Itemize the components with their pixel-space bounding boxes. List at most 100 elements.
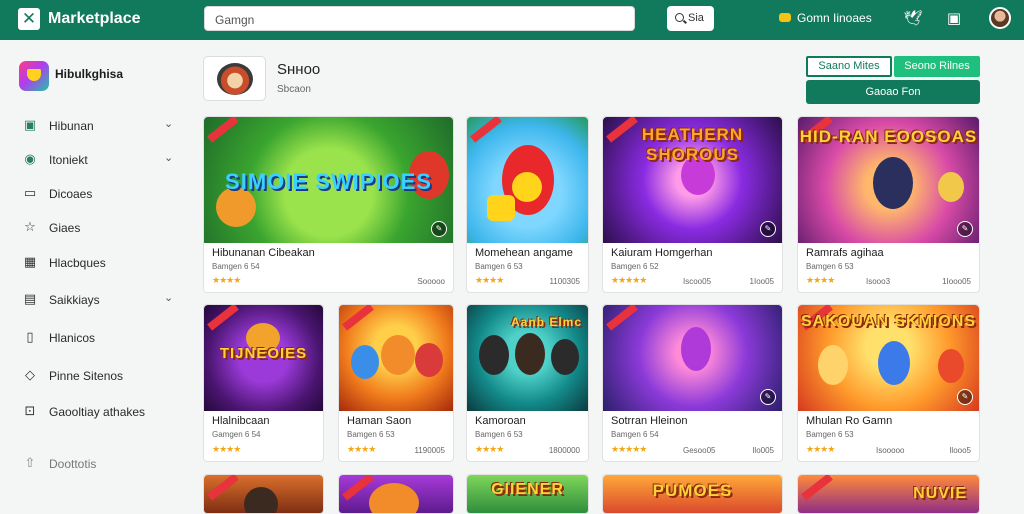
game-card-title: Hibunanan Cibeakan xyxy=(212,247,315,259)
game-card[interactable]: HEATHERN SHOROUS ✎ Kaiuram Homgerhan Bam… xyxy=(602,116,783,293)
sidebar-item-label: Saikkiays xyxy=(49,293,100,307)
rating-stars: ★★★★ xyxy=(806,275,835,285)
chevron-down-icon[interactable]: ⌄ xyxy=(164,151,173,164)
game-card[interactable] xyxy=(203,474,324,514)
gamepad-icon: ◉ xyxy=(24,151,36,166)
brand-title[interactable]: Marketplace xyxy=(48,10,141,28)
game-card[interactable]: GIIENER xyxy=(466,474,589,514)
game-card[interactable]: Momehean angame Bamgen 6 53 ★★★★ 1100305 xyxy=(466,116,589,293)
new-badge xyxy=(342,305,374,331)
thumb-icon: ⇧ xyxy=(24,455,36,470)
game-card-title: Kamoroan xyxy=(475,415,526,427)
edit-icon[interactable]: ✎ xyxy=(760,221,776,237)
game-card[interactable]: SIMOIE SWIPIOES ✎ Hibunanan Cibeakan Bam… xyxy=(203,116,454,293)
sidebar-item-label: Hlacbques xyxy=(49,256,106,270)
game-card[interactable]: SAKOUAN SKMIONS ✎ Mhulan Ro Gamn Bamgen … xyxy=(797,304,980,462)
rating-stars: ★★★★ xyxy=(347,444,376,454)
sidebar-item-label: Dicoaes xyxy=(49,187,93,201)
list-icon: ▤ xyxy=(23,291,37,306)
game-art xyxy=(217,63,253,95)
rating-stars: ★★★★ xyxy=(212,275,241,285)
marketplace-logo-icon[interactable]: ✕ xyxy=(18,8,40,30)
edit-icon[interactable]: ✎ xyxy=(760,389,776,405)
sidebar-item-itoniekt[interactable]: ◉ Itoniekt ⌄ xyxy=(22,150,182,170)
game-card-art-title: SIMOIE SWIPIOES xyxy=(225,169,432,194)
star-icon: ☆ xyxy=(24,219,36,234)
game-card-art: GIIENER xyxy=(467,475,588,513)
new-badge xyxy=(470,117,502,143)
app-name[interactable]: Hibulkghisa xyxy=(55,67,123,81)
page-icon: ▯ xyxy=(26,329,34,344)
light-primary-button[interactable]: Seono Rilnes xyxy=(894,56,980,77)
sidebar-item-label: Hibunan xyxy=(49,119,94,133)
edit-icon[interactable]: ✎ xyxy=(957,221,973,237)
table-icon: ▦ xyxy=(23,254,37,269)
new-badge xyxy=(207,117,239,143)
search-button[interactable]: Sia xyxy=(667,6,714,31)
game-card-art-title: SAKOUAN SKMIONS xyxy=(800,313,976,330)
sidebar-item-saikkiays[interactable]: ▤ Saikkiays ⌄ xyxy=(22,290,182,310)
sidebar-item-hibunan[interactable]: ▣ Hibunan ⌄ xyxy=(22,116,182,136)
sidebar xyxy=(0,40,190,512)
coins-label: Gomn Iinoaes xyxy=(797,11,872,25)
grid-icon: ▣ xyxy=(23,117,37,132)
top-bar: ✕ Marketplace Gamgn Sia Gomn Iinoaes 🕊 ▣ xyxy=(0,0,1024,40)
edit-icon[interactable]: ✎ xyxy=(431,221,447,237)
rating-stars: ★★★★ xyxy=(475,275,504,285)
game-card-count: 1800000 xyxy=(548,446,580,455)
game-card-art: HID-RAN EOOSOAS ✎ xyxy=(798,117,979,243)
game-card-art: NUVIE xyxy=(798,475,979,513)
game-card-title: Mhulan Ro Gamn xyxy=(806,415,893,427)
game-card[interactable]: TIJNEOIES Hlalnibcaan Gamgen 6 54 ★★★★ xyxy=(203,304,324,462)
app-icon[interactable] xyxy=(19,61,49,91)
sidebar-item-label: Gaooltiay athakes xyxy=(49,405,146,419)
sidebar-item-dicoaes[interactable]: ▭ Dicoaes xyxy=(22,184,182,204)
sidebar-item-gaooltiay[interactable]: ⊡ Gaooltiay athakes xyxy=(22,402,182,422)
chevron-down-icon[interactable]: ⌄ xyxy=(164,117,173,130)
game-card-title: Sotrran Hleinon xyxy=(611,415,688,427)
sidebar-item-giaes[interactable]: ☆ Giaes xyxy=(22,218,182,238)
sidebar-item-hlanicos[interactable]: ▯ Hlanicos xyxy=(22,328,182,348)
edit-icon[interactable]: ✎ xyxy=(957,389,973,405)
game-card[interactable]: HID-RAN EOOSOAS ✎ Ramrafs agihaa Bamgen … xyxy=(797,116,980,293)
game-card-subtitle: Bamgen 6 53 xyxy=(806,430,854,439)
game-thumbnail[interactable] xyxy=(203,56,266,101)
game-card-count-secondary: Ilo005 xyxy=(752,446,774,455)
game-card-count: Sooooo xyxy=(417,277,445,286)
game-card-count: Gesoo05 xyxy=(683,446,716,455)
game-card-subtitle: Bamgen 6 53 xyxy=(347,430,395,439)
rating-stars: ★★★★ xyxy=(475,444,504,454)
game-card-art-title: GIIENER xyxy=(491,481,564,498)
sidebar-item-pinne-sitenos[interactable]: ◇ Pinne Sitenos xyxy=(22,366,182,386)
game-card[interactable]: NUVIE xyxy=(797,474,980,514)
avatar[interactable] xyxy=(989,7,1011,29)
sidebar-item-label: Itoniekt xyxy=(49,153,88,167)
sidebar-item-label: Hlanicos xyxy=(49,331,96,345)
lock-icon: ⊡ xyxy=(24,403,36,418)
sidebar-item-doottotis[interactable]: ⇧ Doottotis xyxy=(22,454,182,474)
coins-balance[interactable]: Gomn Iinoaes xyxy=(779,11,872,25)
game-card[interactable]: Aanb Elmc Kamoroan Bamgen 6 53 ★★★★ 1800… xyxy=(466,304,589,462)
search-input[interactable]: Gamgn xyxy=(204,6,635,31)
game-card[interactable]: ✎ Sotrran Hleinon Bamgen 6 54 ★★★★★ Geso… xyxy=(602,304,783,462)
game-card-art xyxy=(339,475,453,513)
game-card[interactable]: PUMOES xyxy=(602,474,783,514)
sidebar-item-hlacbques[interactable]: ▦ Hlacbques xyxy=(22,253,182,273)
primary-button[interactable]: Gaoao Fon xyxy=(806,80,980,104)
game-card-art-title: Aanb Elmc xyxy=(510,315,582,329)
bookmark-icon[interactable]: ▣ xyxy=(944,9,964,29)
game-card-art: Aanb Elmc xyxy=(467,305,588,411)
game-card-subtitle: Bamgen 6 52 xyxy=(611,262,659,271)
game-card-art: SAKOUAN SKMIONS ✎ xyxy=(798,305,979,411)
game-card-art: TIJNEOIES xyxy=(204,305,323,411)
secondary-button[interactable]: Saano Mites xyxy=(806,56,892,77)
game-card-count: Isooo3 xyxy=(866,277,891,286)
new-badge xyxy=(207,305,239,331)
game-card-title: Hlalnibcaan xyxy=(212,415,270,427)
bird-icon[interactable]: 🕊 xyxy=(903,9,923,29)
game-card-art xyxy=(204,475,323,513)
game-card[interactable]: Haman Saon Bamgen 6 53 ★★★★ 1190005 xyxy=(338,304,454,462)
game-card[interactable] xyxy=(338,474,454,514)
chevron-down-icon[interactable]: ⌄ xyxy=(164,291,173,304)
rating-stars: ★★★★★ xyxy=(611,444,647,454)
